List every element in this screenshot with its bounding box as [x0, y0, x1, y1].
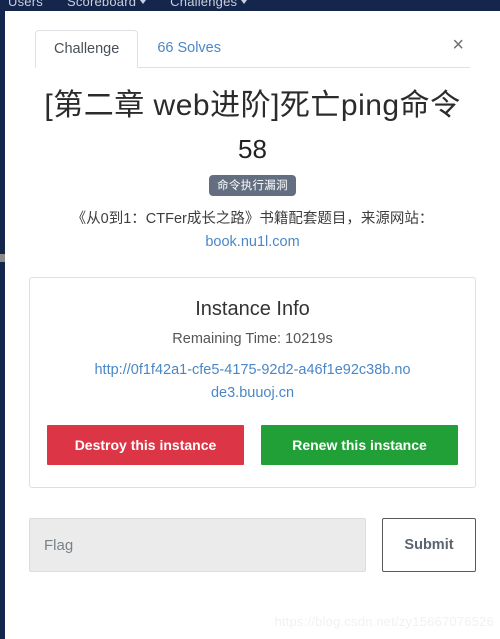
modal-tabs: Challenge 66 Solves ×: [35, 29, 470, 69]
tab-challenge-label: Challenge: [54, 41, 120, 57]
challenge-description: 《从0到1：CTFer成长之路》书籍配套题目，来源网站： book.nu1l.c…: [27, 208, 478, 255]
tab-solves[interactable]: 66 Solves: [138, 29, 240, 67]
tab-solves-label: 66 Solves: [157, 40, 221, 56]
watermark: https://blog.csdn.net/zy15667076526: [274, 614, 494, 629]
flag-submit-row: Submit: [29, 518, 476, 573]
challenge-title: [第二章 web进阶]死亡ping命令: [44, 89, 461, 123]
challenge-modal: Challenge 66 Solves × [第二章 web进阶]死亡ping命…: [5, 11, 500, 639]
nav-item-scoreboard[interactable]: Scoreboard: [66, 0, 147, 9]
close-icon[interactable]: ×: [446, 31, 470, 59]
flag-input[interactable]: [29, 518, 366, 573]
tab-challenge[interactable]: Challenge: [35, 30, 139, 69]
challenge-description-text: 《从0到1：CTFer成长之路》书籍配套题目，来源网站：: [71, 210, 434, 227]
nav-item-challenges-label: Challenges: [170, 0, 238, 9]
instance-url-link[interactable]: http://0f1f42a1-cfe5-4175-92d2-a46f1e92c…: [44, 359, 461, 405]
page-background: Users Scoreboard Challenges Challenge 66…: [0, 0, 500, 639]
chevron-down-icon: [140, 0, 147, 4]
challenge-description-link[interactable]: book.nu1l.com: [205, 234, 299, 250]
nav-item-challenges[interactable]: Challenges: [170, 0, 248, 9]
instance-action-buttons: Destroy this instance Renew this instanc…: [44, 425, 461, 466]
category-badge: 命令执行漏洞: [209, 174, 296, 196]
renew-instance-button[interactable]: Renew this instance: [261, 425, 458, 466]
instance-info-card: Instance Info Remaining Time: 10219s htt…: [29, 276, 476, 489]
instance-remaining-time: Remaining Time: 10219s: [172, 330, 333, 347]
nav-item-users-label: Users: [8, 0, 43, 9]
challenge-badge-row: 命令执行漏洞: [27, 174, 478, 196]
site-navbar: Users Scoreboard Challenges: [0, 0, 500, 11]
nav-item-users[interactable]: Users: [8, 0, 43, 9]
instance-info-title: Instance Info: [195, 297, 310, 320]
chevron-down-icon: [241, 0, 248, 4]
nav-item-scoreboard-label: Scoreboard: [66, 0, 137, 9]
submit-button[interactable]: Submit: [382, 518, 476, 573]
destroy-instance-button[interactable]: Destroy this instance: [47, 425, 244, 466]
challenge-points: 58: [238, 133, 267, 164]
